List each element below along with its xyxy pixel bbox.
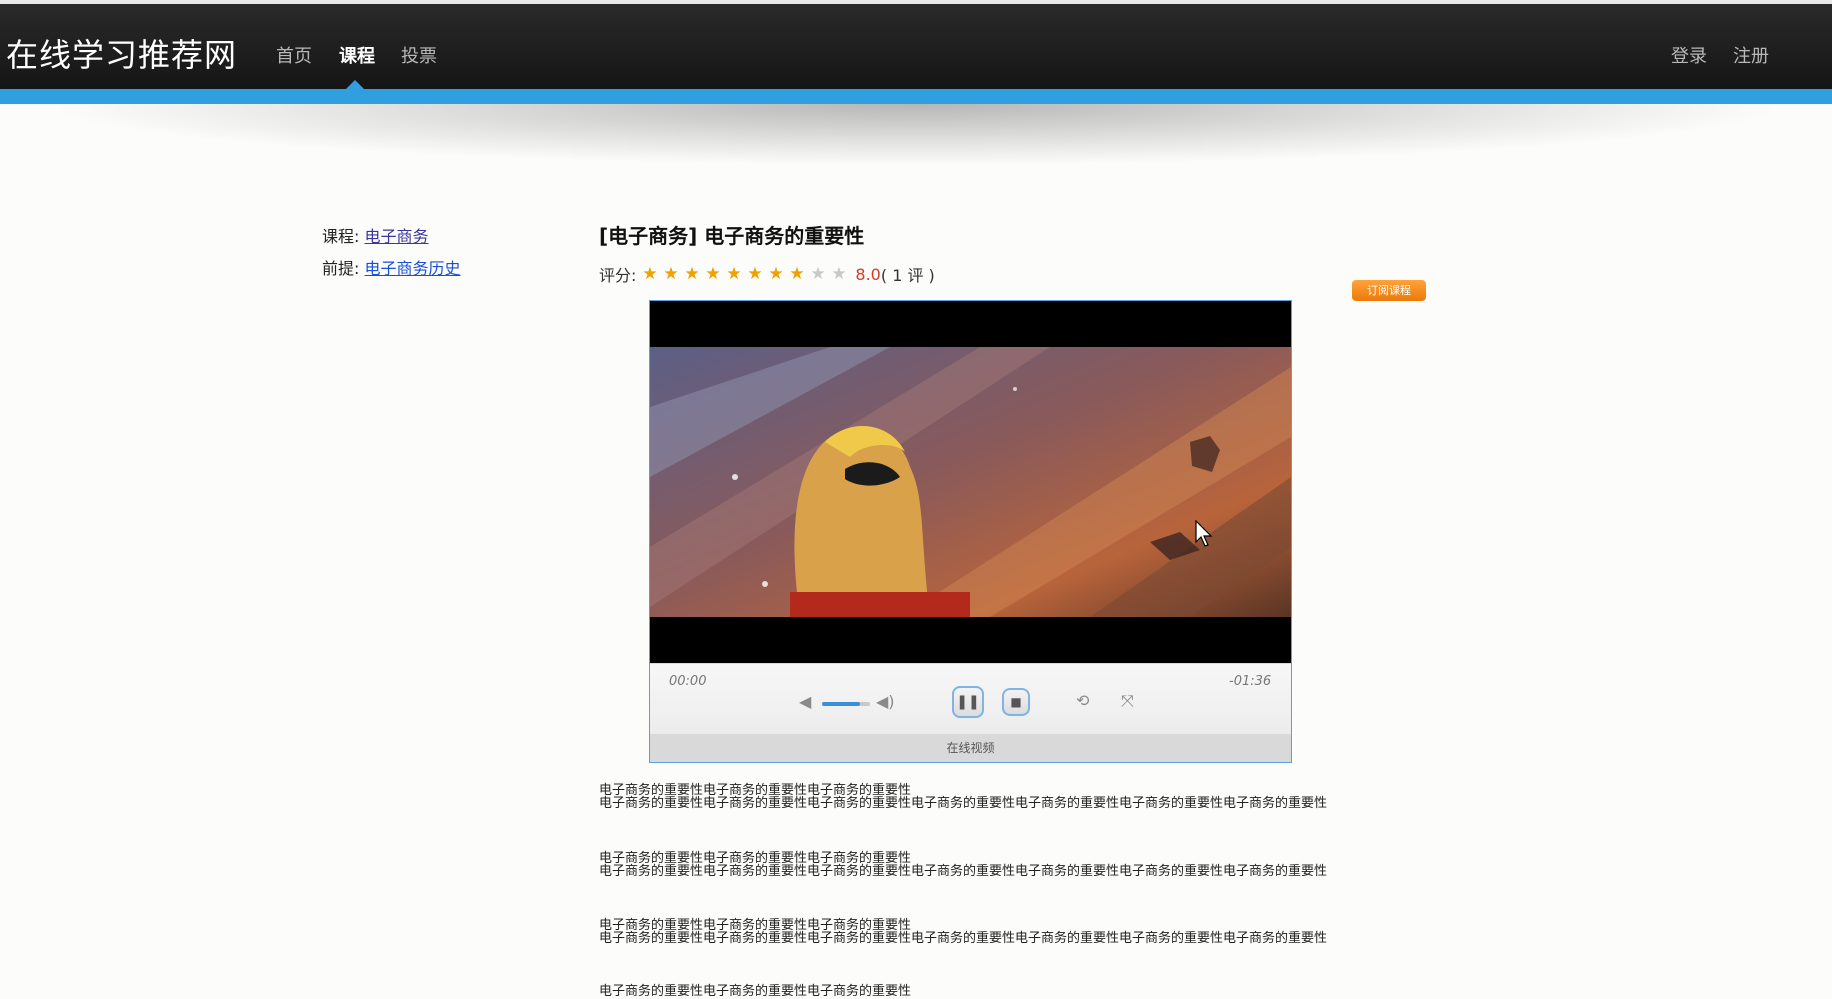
header-accent-bar [0,89,1832,104]
pause-icon[interactable]: ❚❚ [952,686,984,718]
volume-slider[interactable] [822,702,870,706]
nav-courses[interactable]: 课程 [339,42,375,68]
star-empty-icon[interactable]: ★ [810,264,831,284]
video-still [650,347,1291,617]
star-filled-icon[interactable]: ★ [726,264,747,284]
paragraph-line: 电子商务的重要性电子商务的重要性电子商务的重要性电子商务的重要性电子商务的重要性… [599,864,1328,879]
paragraph-line: 电子商务的重要性电子商务的重要性电子商务的重要性电子商务的重要性电子商务的重要性… [599,931,1328,946]
rating-score: 8.0 [855,264,881,284]
course-info: 课程: 电子商务 [322,223,429,247]
mute-icon[interactable]: ◀ [799,692,811,711]
loop-icon[interactable]: ⟲ [1076,691,1089,710]
subscribe-button[interactable]: 订阅课程 [1352,280,1426,301]
paragraph-line: 电子商务的重要性电子商务的重要性电子商务的重要性电子商务的重要性电子商务的重要性… [599,796,1328,811]
star-filled-icon[interactable]: ★ [663,264,684,284]
course-link[interactable]: 电子商务 [365,227,429,246]
rating-label: 评分: [599,266,637,285]
lesson-paragraph: 电子商务的重要性电子商务的重要性电子商务的重要性 [599,985,1429,998]
lesson-paragraph: 电子商务的重要性电子商务的重要性电子商务的重要性 电子商务的重要性电子商务的重要… [599,852,1429,878]
header-shadow [60,104,1772,164]
stop-icon[interactable]: ■ [1002,688,1030,716]
prereq-label: 前提: [322,259,360,278]
paragraph-line: 电子商务的重要性电子商务的重要性电子商务的重要性 [599,984,912,999]
lesson-paragraph: 电子商务的重要性电子商务的重要性电子商务的重要性 电子商务的重要性电子商务的重要… [599,784,1429,810]
nav-vote[interactable]: 投票 [401,42,437,68]
rating-row: 评分: ★ ★ ★ ★ ★ ★ ★ ★ ★ ★ 8.0 ( 1 评 ) [599,262,935,286]
prereq-info: 前提: 电子商务历史 [322,255,461,279]
star-filled-icon[interactable]: ★ [768,264,789,284]
player-controls: 00:00 -01:36 ◀ ◀) ❚❚ ■ ⟲ ⤧ [650,663,1291,735]
login-link[interactable]: 登录 [1671,42,1707,68]
register-link[interactable]: 注册 [1733,42,1769,68]
review-count: ( 1 评 ) [880,266,935,285]
volume-icon[interactable]: ◀) [876,692,895,711]
site-brand[interactable]: 在线学习推荐网 [6,30,237,76]
navbar: 在线学习推荐网 首页 课程 投票 登录 注册 [0,4,1832,89]
time-elapsed: 00:00 [669,674,707,689]
video-label: 在线视频 [650,734,1291,762]
star-filled-icon[interactable]: ★ [684,264,705,284]
star-filled-icon[interactable]: ★ [747,264,768,284]
time-remaining: -01:36 [1229,674,1272,689]
mouse-cursor-icon [1195,519,1213,552]
star-filled-icon[interactable]: ★ [789,264,810,284]
video-frame[interactable] [650,347,1291,617]
star-empty-icon[interactable]: ★ [831,264,852,284]
nav-home[interactable]: 首页 [276,42,312,68]
star-filled-icon[interactable]: ★ [705,264,726,284]
course-label: 课程: [322,227,360,246]
lesson-title: [电子商务] 电子商务的重要性 [599,224,865,248]
fullscreen-icon[interactable]: ⤧ [1121,691,1134,711]
rating-stars[interactable]: ★ ★ ★ ★ ★ ★ ★ ★ ★ ★ [642,264,852,284]
star-filled-icon[interactable]: ★ [642,264,663,284]
prereq-link[interactable]: 电子商务历史 [365,259,461,278]
volume-fill [822,702,861,706]
lesson-paragraph: 电子商务的重要性电子商务的重要性电子商务的重要性 电子商务的重要性电子商务的重要… [599,919,1429,945]
